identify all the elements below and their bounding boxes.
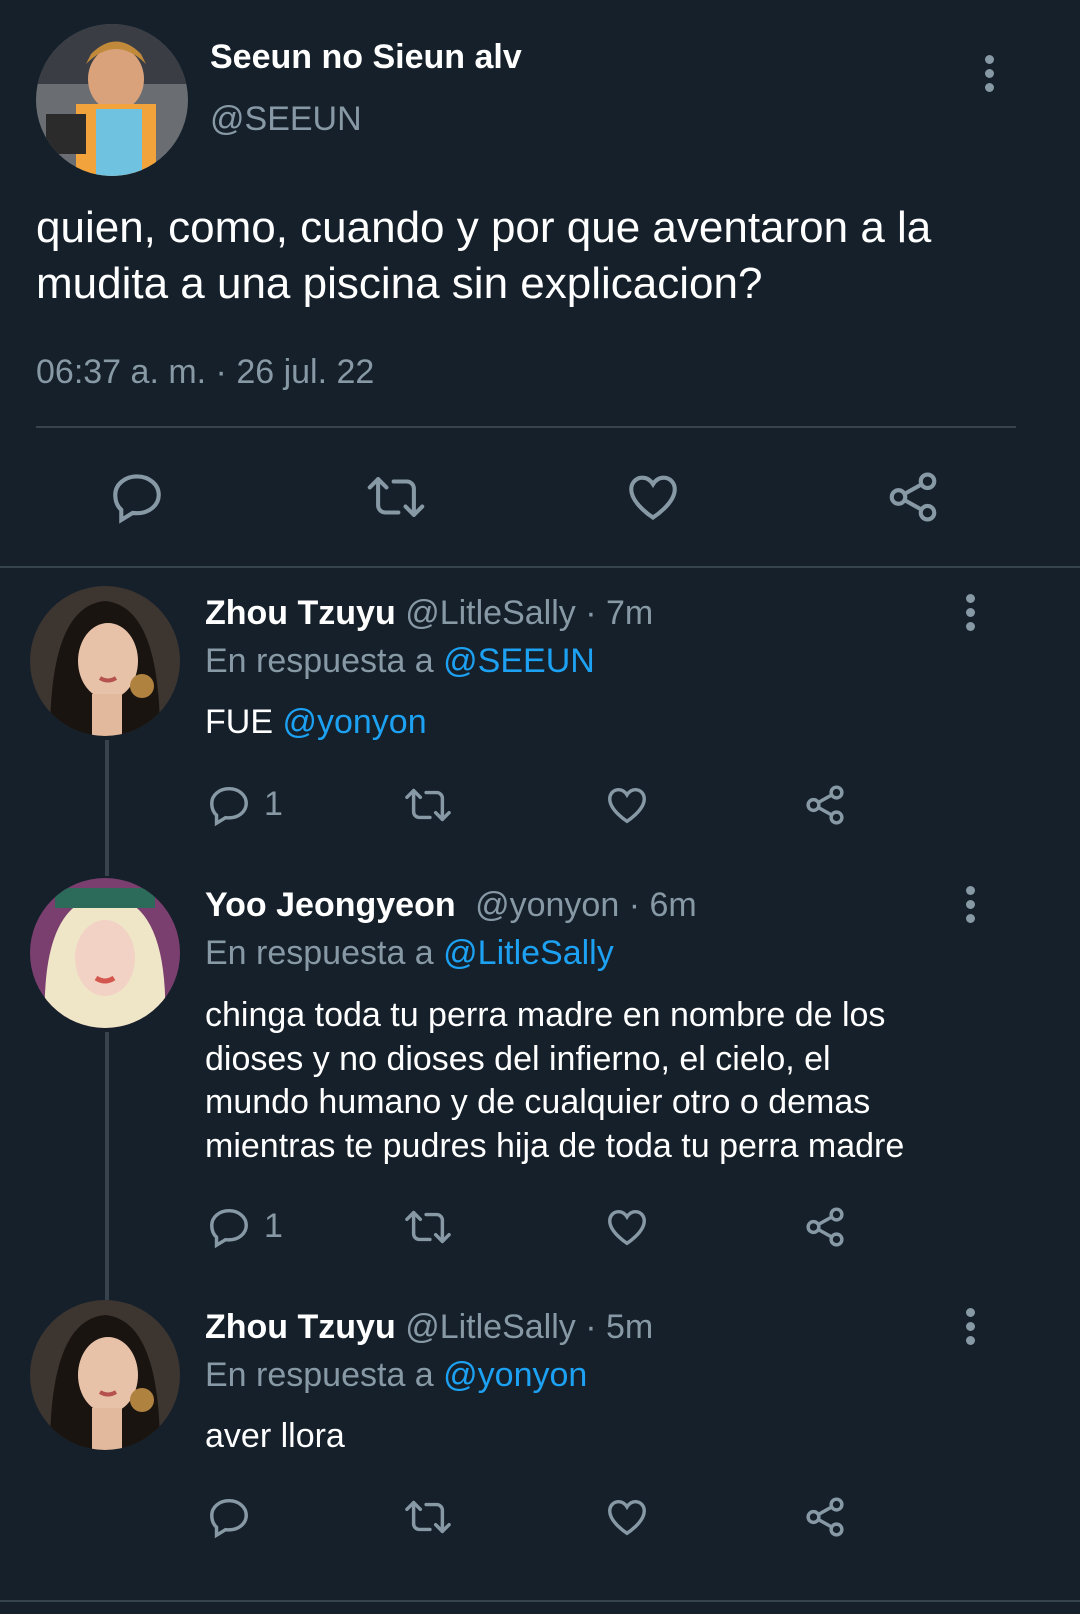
reply-icon (210, 1208, 248, 1249)
reply-avatar[interactable] (30, 878, 180, 1028)
replying-to-mention[interactable]: @LitleSally (443, 934, 614, 972)
reply-text-line: mientras te pudres hija de toda tu perra… (205, 1126, 905, 1165)
more-options-icon[interactable] (963, 886, 977, 930)
avatar-image (30, 878, 180, 1028)
replying-to-label: En respuesta a (205, 1356, 434, 1394)
reply-handle[interactable]: @LitleSally (405, 1308, 576, 1346)
share-button[interactable] (802, 1204, 848, 1250)
replying-to-mention[interactable]: @yonyon (443, 1356, 587, 1394)
retweet-button[interactable] (365, 468, 427, 526)
reply-time[interactable]: · 7m (585, 594, 653, 632)
like-icon (608, 1499, 646, 1536)
like-icon (629, 475, 677, 520)
reply-display-name[interactable]: Zhou Tzuyu (205, 1308, 396, 1346)
author-avatar[interactable] (36, 24, 188, 176)
tweet-timestamp[interactable]: 06:37 a. m. · 26 jul. 22 (36, 353, 374, 392)
more-options-icon[interactable] (982, 55, 996, 99)
reply-avatar[interactable] (30, 1300, 180, 1450)
retweet-button[interactable] (402, 782, 454, 828)
retweet-icon (405, 788, 451, 822)
avatar-image (30, 586, 180, 736)
reply-button[interactable] (206, 782, 252, 828)
more-options-icon[interactable] (963, 594, 977, 638)
reply-count: 1 (264, 1207, 283, 1245)
avatar-image (30, 1300, 180, 1450)
author-display-name[interactable]: Seeun no Sieun alv (210, 38, 522, 77)
more-options-icon[interactable] (963, 1308, 977, 1352)
reply-text: chinga toda tu perra madre en nombre de … (205, 994, 904, 1168)
reply-text-body: FUE (205, 703, 273, 741)
reply-icon (210, 786, 248, 827)
section-divider (0, 566, 1080, 568)
retweet-icon (367, 477, 425, 517)
like-button[interactable] (604, 1494, 650, 1540)
tweet-text-line: quien, como, cuando y por que aventaron … (36, 203, 932, 252)
like-button[interactable] (604, 782, 650, 828)
reply-icon (210, 1498, 248, 1539)
reply-display-name[interactable]: Yoo Jeongyeon (205, 886, 456, 924)
share-button[interactable] (802, 1494, 848, 1540)
reply-button[interactable] (206, 1204, 252, 1250)
tweet-text-line: mudita a una piscina sin explicacion? (36, 259, 763, 308)
replying-to: En respuesta a @LitleSally (205, 934, 614, 973)
retweet-button[interactable] (402, 1494, 454, 1540)
thread-line (105, 1032, 109, 1300)
reply-text-line: dioses y no dioses del infierno, el ciel… (205, 1039, 831, 1078)
retweet-button[interactable] (402, 1204, 454, 1250)
reply-handle[interactable]: @LitleSally (405, 594, 576, 632)
share-icon (806, 1497, 844, 1537)
reply-header: Zhou Tzuyu @LitleSally · 7m (205, 594, 653, 633)
share-icon (806, 1207, 844, 1247)
reply-icon (113, 474, 161, 524)
share-icon (806, 785, 844, 825)
reply-header: Yoo Jeongyeon @yonyon · 6m (205, 886, 697, 925)
reply-button[interactable] (108, 468, 166, 526)
reply-text-mention[interactable]: @yonyon (282, 703, 426, 741)
reply-button[interactable] (206, 1494, 252, 1540)
replying-to-mention[interactable]: @SEEUN (443, 642, 595, 680)
share-button[interactable] (802, 782, 848, 828)
reply-time[interactable]: · 5m (585, 1308, 653, 1346)
reply-display-name[interactable]: Zhou Tzuyu (205, 594, 396, 632)
reply-handle[interactable]: @yonyon (475, 886, 619, 924)
like-icon (608, 1209, 646, 1246)
retweet-icon (405, 1210, 451, 1244)
author-handle[interactable]: @SEEUN (210, 100, 362, 139)
thread-line (105, 740, 109, 876)
replying-to-label: En respuesta a (205, 934, 434, 972)
reply-avatar[interactable] (30, 586, 180, 736)
reply-text: FUE @yonyon (205, 703, 427, 742)
divider (36, 426, 1016, 428)
like-button[interactable] (604, 1204, 650, 1250)
replying-to: En respuesta a @SEEUN (205, 642, 595, 681)
share-button[interactable] (884, 468, 942, 526)
like-button[interactable] (624, 468, 682, 526)
reply-text: aver llora (205, 1417, 345, 1455)
reply-text-line: mundo humano y de cualquier otro o demas (205, 1083, 871, 1121)
reply-text-line: chinga toda tu perra madre en nombre de … (205, 996, 886, 1034)
replying-to-label: En respuesta a (205, 642, 434, 680)
like-icon (608, 787, 646, 824)
reply-header: Zhou Tzuyu @LitleSally · 5m (205, 1308, 653, 1347)
share-icon (889, 472, 937, 522)
replying-to: En respuesta a @yonyon (205, 1356, 587, 1395)
tweet-text: quien, como, cuando y por que aventaron … (36, 200, 1046, 312)
reply-count: 1 (264, 785, 283, 823)
bottom-divider (0, 1600, 1080, 1602)
avatar-image (36, 24, 188, 176)
reply-time[interactable]: · 6m (629, 886, 697, 924)
retweet-icon (405, 1500, 451, 1534)
